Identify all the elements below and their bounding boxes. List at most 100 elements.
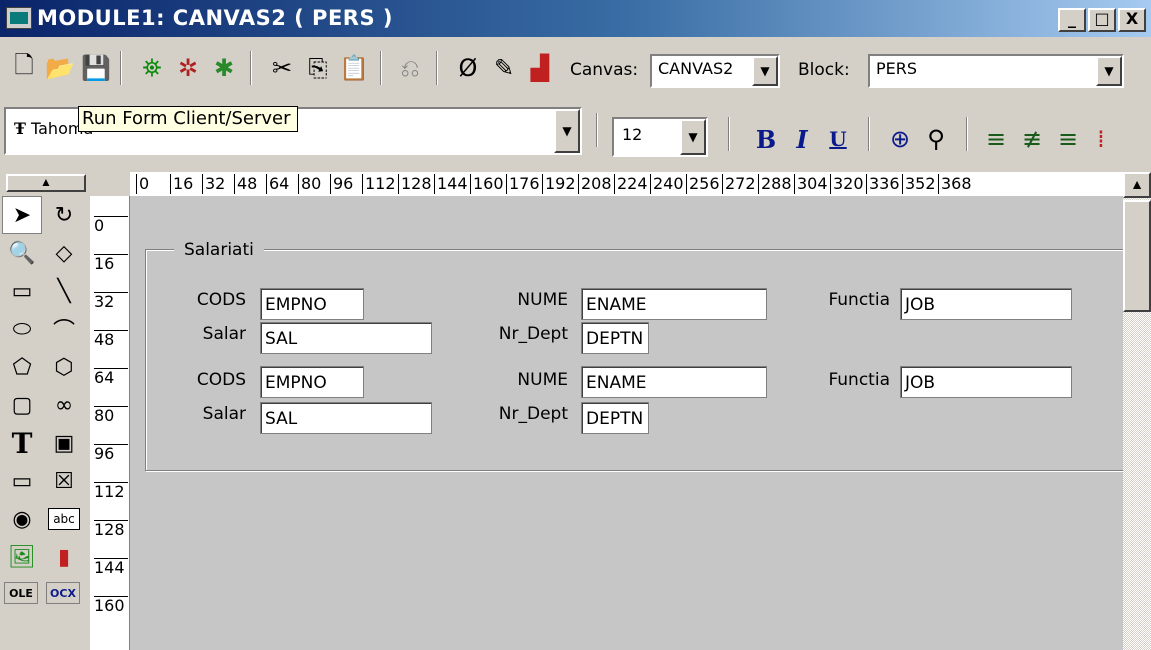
open-icon[interactable]: 📂 bbox=[42, 50, 78, 86]
text-item-tool-icon[interactable]: abc bbox=[48, 508, 80, 530]
salariati-frame[interactable] bbox=[145, 249, 1125, 471]
window-title: MODULE1: CANVAS2 ( PERS ) bbox=[37, 6, 393, 30]
chevron-down-icon[interactable]: ▼ bbox=[1096, 56, 1122, 86]
ole-tool-icon[interactable]: OLE bbox=[4, 582, 38, 604]
frame-tool-icon[interactable]: ▣ bbox=[44, 424, 84, 462]
chevron-down-icon[interactable]: ▼ bbox=[752, 56, 778, 86]
cut-icon[interactable]: ✂ bbox=[264, 50, 300, 86]
ruler-tick: 48 bbox=[94, 330, 128, 349]
sal-field[interactable]: SAL bbox=[260, 402, 432, 434]
create-icon[interactable]: Ø bbox=[450, 50, 486, 86]
zoom-out-icon[interactable]: ⚲ bbox=[918, 121, 954, 157]
ename-field[interactable]: ENAME bbox=[581, 288, 767, 320]
rotate-tool-icon[interactable]: ↻ bbox=[44, 196, 84, 234]
layout-canvas[interactable]: Salariati CODS EMPNO NUME ENAME Functia … bbox=[130, 196, 1125, 650]
button-tool-icon[interactable]: ▭ bbox=[2, 462, 42, 500]
ruler-tick: 288 bbox=[758, 174, 792, 194]
ruler-tick: 240 bbox=[650, 174, 684, 194]
cods-label: CODS bbox=[196, 370, 246, 390]
italic-button[interactable]: I bbox=[784, 121, 820, 157]
polyline-tool-icon[interactable]: ⬡ bbox=[44, 348, 84, 386]
ruler-tick: 224 bbox=[614, 174, 648, 194]
ruler-tick: 48 bbox=[234, 174, 257, 194]
text-tool-icon[interactable]: T bbox=[2, 424, 42, 462]
new-icon[interactable]: 🗋 bbox=[6, 50, 42, 86]
separator bbox=[380, 51, 382, 85]
paste-icon[interactable]: 📋 bbox=[336, 50, 372, 86]
scroll-up-icon[interactable]: ▲ bbox=[1123, 172, 1151, 198]
ruler-tick: 112 bbox=[362, 174, 396, 194]
chart-tool-icon[interactable]: ▮ bbox=[44, 538, 84, 576]
deptno-field[interactable]: DEPTN bbox=[581, 402, 649, 434]
block-select[interactable]: PERS ▼ bbox=[868, 54, 1124, 88]
select-tool-icon[interactable]: ➤ bbox=[2, 196, 42, 234]
polygon-tool-icon[interactable]: ⬠ bbox=[2, 348, 42, 386]
job-field[interactable]: JOB bbox=[900, 288, 1072, 320]
frame-title: Salariati bbox=[174, 240, 264, 260]
save-icon[interactable]: 💾 bbox=[78, 50, 114, 86]
form-builder-window: MODULE1: CANVAS2 ( PERS ) _ □ X 🗋 📂 💾 ⛯ … bbox=[0, 0, 1151, 650]
ruler-tick: 96 bbox=[330, 174, 353, 194]
canvas-label: Canvas: bbox=[570, 60, 639, 80]
main-toolbar: 🗋 📂 💾 ⛯ ✲ ✱ ✂ ⎘ 📋 ⎌ Ø ✎ ▟ Canvas: CANVAS… bbox=[0, 37, 1151, 97]
reshape-tool-icon[interactable]: ◇ bbox=[44, 234, 84, 272]
rectangle-tool-icon[interactable]: ▭ bbox=[2, 272, 42, 310]
edit-icon[interactable]: ✎ bbox=[486, 50, 522, 86]
canvas-select[interactable]: CANVAS2 ▼ bbox=[650, 54, 780, 88]
empno-field[interactable]: EMPNO bbox=[260, 288, 364, 320]
arc-tool-icon[interactable]: ⌒ bbox=[44, 310, 84, 348]
ruler-tick: 16 bbox=[94, 254, 128, 273]
align-right-icon[interactable]: ≡ bbox=[1050, 121, 1086, 157]
ruler-tick: 32 bbox=[94, 292, 128, 311]
palette-scroll-up-icon[interactable]: ▲ bbox=[6, 174, 86, 192]
align-center-icon[interactable]: ≢ bbox=[1014, 121, 1050, 157]
nume-label: NUME bbox=[517, 370, 568, 390]
magnify-tool-icon[interactable]: 🔍 bbox=[2, 234, 42, 272]
font-size-select[interactable]: 12 ▼ bbox=[612, 117, 708, 157]
ruler-tick: 112 bbox=[94, 482, 128, 501]
ename-field[interactable]: ENAME bbox=[581, 366, 767, 398]
run-web-icon[interactable]: ✱ bbox=[206, 50, 242, 86]
ocx-tool-icon[interactable]: OCX bbox=[46, 582, 80, 604]
ruler-tick: 128 bbox=[398, 174, 432, 194]
salar-label: Salar bbox=[202, 324, 246, 344]
maximize-button[interactable]: □ bbox=[1088, 8, 1116, 32]
rounded-rectangle-tool-icon[interactable]: ▢ bbox=[2, 386, 42, 424]
debug-icon[interactable]: ✲ bbox=[170, 50, 206, 86]
job-field[interactable]: JOB bbox=[900, 366, 1072, 398]
align-top-icon[interactable]: ⁞ bbox=[1086, 121, 1116, 157]
nume-label: NUME bbox=[517, 290, 568, 310]
layout-icon[interactable]: ▟ bbox=[522, 50, 558, 86]
chevron-down-icon[interactable]: ▼ bbox=[554, 109, 580, 153]
line-tool-icon[interactable]: ╲ bbox=[44, 272, 84, 310]
zoom-in-icon[interactable]: ⊕ bbox=[882, 121, 918, 157]
ruler-tick: 192 bbox=[542, 174, 576, 194]
checkbox-tool-icon[interactable]: ☒ bbox=[44, 462, 84, 500]
canvas-value: CANVAS2 bbox=[658, 59, 734, 78]
undo-icon[interactable]: ⎌ bbox=[392, 50, 428, 86]
align-left-icon[interactable]: ≡ bbox=[978, 121, 1014, 157]
separator bbox=[728, 117, 730, 151]
run-form-icon[interactable]: ⛯ bbox=[134, 50, 170, 86]
salar-label: Salar bbox=[202, 404, 246, 424]
ruler-tick: 144 bbox=[434, 174, 468, 194]
close-button[interactable]: X bbox=[1118, 8, 1146, 32]
ruler-tick: 80 bbox=[94, 406, 128, 425]
image-tool-icon[interactable]: 🖼 bbox=[2, 538, 42, 576]
underline-button[interactable]: U bbox=[820, 121, 856, 157]
functia-label: Functia bbox=[828, 290, 890, 310]
separator bbox=[966, 117, 968, 151]
scroll-thumb[interactable] bbox=[1123, 200, 1151, 312]
bold-button[interactable]: B bbox=[748, 121, 784, 157]
freehand-tool-icon[interactable]: ∞ bbox=[44, 386, 84, 424]
deptno-field[interactable]: DEPTN bbox=[581, 322, 649, 354]
minimize-button[interactable]: _ bbox=[1058, 8, 1086, 32]
empno-field[interactable]: EMPNO bbox=[260, 366, 364, 398]
chevron-down-icon[interactable]: ▼ bbox=[680, 119, 706, 155]
vertical-scrollbar[interactable]: ▲ bbox=[1123, 172, 1151, 650]
sal-field[interactable]: SAL bbox=[260, 322, 432, 354]
ruler-tick: 80 bbox=[298, 174, 321, 194]
radio-button-tool-icon[interactable]: ◉ bbox=[2, 500, 42, 538]
ellipse-tool-icon[interactable]: ⬭ bbox=[2, 310, 42, 348]
copy-icon[interactable]: ⎘ bbox=[300, 50, 336, 86]
